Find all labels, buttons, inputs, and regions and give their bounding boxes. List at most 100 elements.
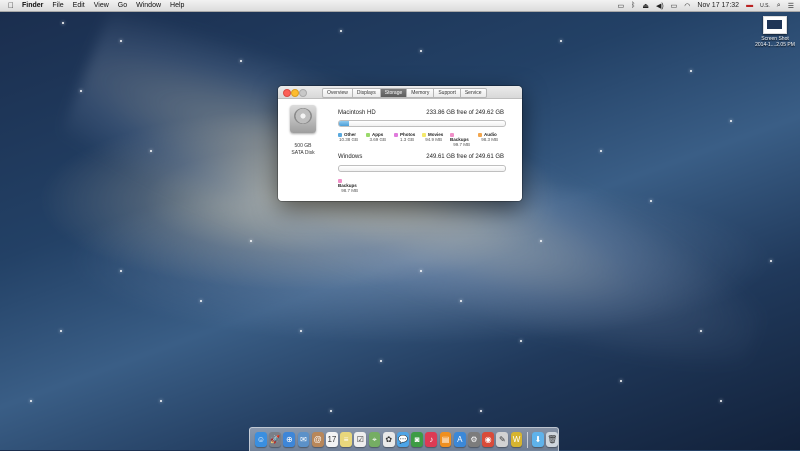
- tab-storage[interactable]: Storage: [380, 88, 408, 98]
- app-store-icon[interactable]: A: [453, 432, 466, 447]
- about-this-mac-window: Overview Displays Storage Memory Support…: [278, 86, 522, 201]
- trash-icon[interactable]: 🗑: [546, 432, 559, 447]
- calendar-icon[interactable]: 17: [326, 432, 338, 447]
- wifi-icon[interactable]: ◠: [684, 2, 690, 10]
- menu-help[interactable]: Help: [170, 2, 184, 9]
- menu-go[interactable]: Go: [118, 2, 127, 9]
- star: [620, 380, 622, 382]
- close-button[interactable]: [283, 89, 291, 97]
- menu-view[interactable]: View: [94, 2, 109, 9]
- ibooks-icon[interactable]: ▤: [439, 432, 452, 447]
- finder-icon[interactable]: ☺: [255, 432, 267, 447]
- volume-name: Windows: [338, 154, 363, 160]
- star: [300, 330, 302, 332]
- star: [200, 300, 202, 302]
- messages-icon[interactable]: 💬: [397, 432, 409, 447]
- minimize-button[interactable]: [291, 89, 299, 97]
- menu-file[interactable]: File: [52, 2, 63, 9]
- tab-support[interactable]: Support: [434, 88, 461, 98]
- legend-item: Movies 94.9 MB: [422, 132, 444, 147]
- star: [150, 150, 152, 152]
- facetime-icon[interactable]: ◙: [411, 432, 424, 447]
- battery-icon[interactable]: ▭: [671, 2, 678, 10]
- star: [340, 30, 342, 32]
- dock: ☺ 🚀 ⊕ ✉ @17 ≡ ☑ ⌖ ✿ 💬 ◙ ♪ ▤ A ⚙ ◉ ✎ W ⬇ 🗑: [249, 427, 559, 451]
- apple-icon[interactable]: : [8, 1, 14, 10]
- photos-icon[interactable]: ✿: [382, 432, 395, 447]
- eject-icon[interactable]: ⏏: [642, 2, 649, 10]
- desktop-file-name-line2: 2014-1....2.05 PM: [755, 42, 795, 48]
- contacts-icon[interactable]: @: [311, 432, 324, 447]
- system-preferences-icon[interactable]: ⚙: [468, 432, 480, 447]
- tab-bar: Overview Displays Storage Memory Support…: [322, 88, 487, 98]
- storage-legend: Other 10.38 GB Apps 3.69 GB Photos 1.3 GB M…: [338, 132, 500, 147]
- downloads-folder-icon[interactable]: ⬇: [532, 432, 544, 447]
- disk-type: SATA Disk: [291, 150, 315, 156]
- star: [80, 90, 82, 92]
- star: [560, 40, 562, 42]
- star: [520, 340, 522, 342]
- list-icon[interactable]: ☰: [788, 2, 794, 10]
- itunes-icon[interactable]: ♪: [425, 432, 438, 447]
- reminders-icon[interactable]: ☑: [354, 432, 367, 447]
- star: [770, 260, 772, 262]
- legend-item: Backups 99.7 MB: [450, 132, 472, 147]
- star: [720, 400, 722, 402]
- storage-bar-used-segment: [339, 121, 350, 126]
- screen-icon[interactable]: ▭: [618, 2, 625, 10]
- star: [240, 60, 242, 62]
- star: [480, 410, 482, 412]
- tab-overview[interactable]: Overview: [322, 88, 353, 98]
- hard-disk-icon: [290, 105, 316, 133]
- star: [460, 300, 462, 302]
- star: [60, 330, 62, 332]
- tab-displays[interactable]: Displays: [352, 88, 381, 98]
- volume-name: Macintosh HD: [338, 110, 376, 116]
- legend-item: Audio 98.3 MB: [478, 132, 500, 147]
- maps-icon[interactable]: ⌖: [368, 432, 381, 447]
- star: [120, 270, 122, 272]
- safari-icon[interactable]: ⊕: [283, 432, 296, 447]
- star: [62, 22, 64, 24]
- star: [330, 410, 332, 412]
- menu-bar:  Finder File Edit View Go Window Help ▭…: [0, 0, 800, 12]
- star: [730, 120, 732, 122]
- star: [30, 400, 32, 402]
- window-titlebar[interactable]: Overview Displays Storage Memory Support…: [278, 86, 522, 99]
- legend-swatch: [394, 132, 398, 137]
- volume-icon[interactable]: ◀): [656, 2, 664, 10]
- legend-item: Other 10.38 GB: [338, 132, 358, 142]
- menu-window[interactable]: Window: [136, 2, 161, 9]
- star: [420, 50, 422, 52]
- disk-size: 500 GB: [294, 143, 312, 149]
- zoom-button[interactable]: [299, 89, 307, 97]
- input-source-label[interactable]: U.S.: [760, 3, 770, 9]
- search-icon[interactable]: ⌕: [777, 2, 781, 10]
- date-time[interactable]: Nov 17 17:32: [697, 2, 739, 9]
- menu-edit[interactable]: Edit: [73, 2, 85, 9]
- volume-free-space: 233.86 GB free of 249.62 GB: [426, 110, 504, 116]
- launchpad-icon[interactable]: 🚀: [269, 432, 282, 447]
- legend-item: Apps 3.69 GB: [366, 132, 388, 147]
- menu-bar-status-area: ▭ ᛒ ⏏ ◀) ▭ ◠ Nov 17 17:32 ▬ U.S. ⌕ ☰: [618, 0, 795, 11]
- star: [120, 40, 122, 42]
- storage-bar: [338, 120, 506, 127]
- desktop-file-screenshot[interactable]: Screen Shot 2014-1....2.05 PM: [752, 16, 798, 48]
- storage-panel: 500 GB SATA Disk Macintosh HD 233.86 GB …: [278, 99, 522, 201]
- flag-icon[interactable]: ▬: [746, 2, 753, 9]
- wine-icon[interactable]: W: [510, 432, 523, 447]
- notes-icon[interactable]: ≡: [340, 432, 353, 447]
- script-editor-icon[interactable]: ✎: [496, 432, 509, 447]
- star: [650, 200, 652, 202]
- tab-memory[interactable]: Memory: [407, 88, 435, 98]
- menu-finder[interactable]: Finder: [22, 2, 43, 9]
- mail-icon[interactable]: ✉: [297, 432, 310, 447]
- bluetooth-icon[interactable]: ᛒ: [631, 2, 635, 9]
- star: [690, 70, 692, 72]
- star: [700, 330, 702, 332]
- star: [160, 400, 162, 402]
- tab-service[interactable]: Service: [460, 88, 487, 98]
- disk-label: 500 GB SATA Disk: [284, 143, 322, 157]
- chrome-icon[interactable]: ◉: [482, 432, 495, 447]
- star: [420, 270, 422, 272]
